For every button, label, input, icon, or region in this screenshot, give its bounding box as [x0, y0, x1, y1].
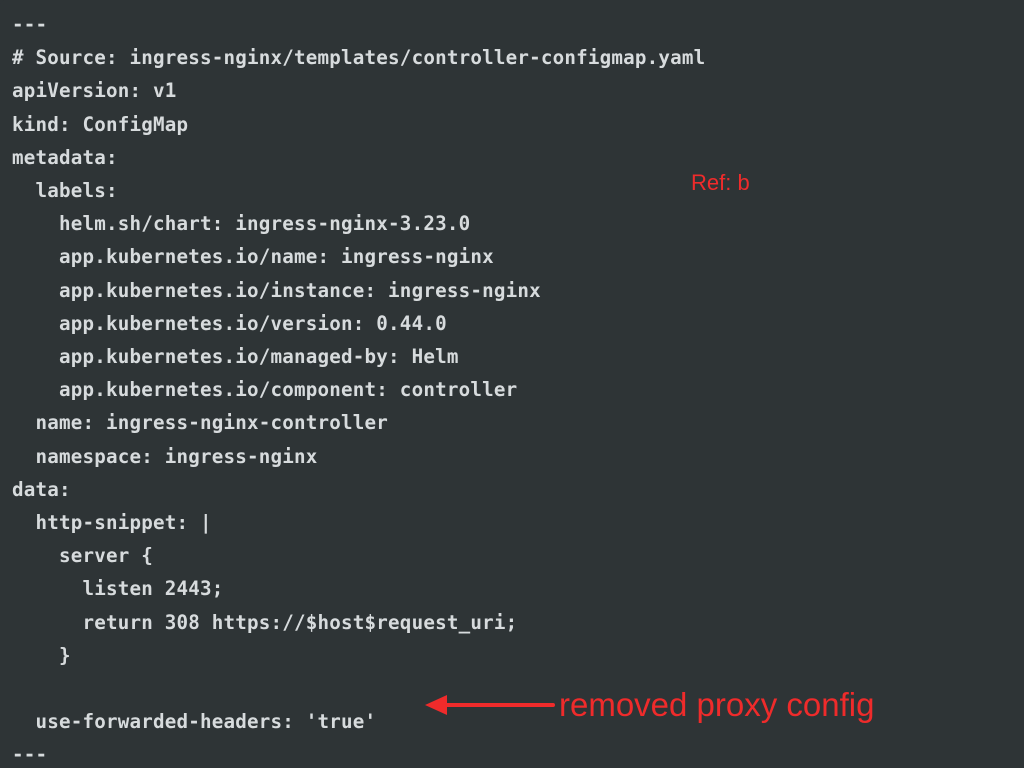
annotation-removed-proxy-config: removed proxy config	[559, 686, 874, 724]
annotation-ref-b: Ref: b	[691, 170, 750, 196]
code-block: --- # Source: ingress-nginx/templates/co…	[0, 0, 717, 768]
arrow-icon	[425, 688, 555, 722]
